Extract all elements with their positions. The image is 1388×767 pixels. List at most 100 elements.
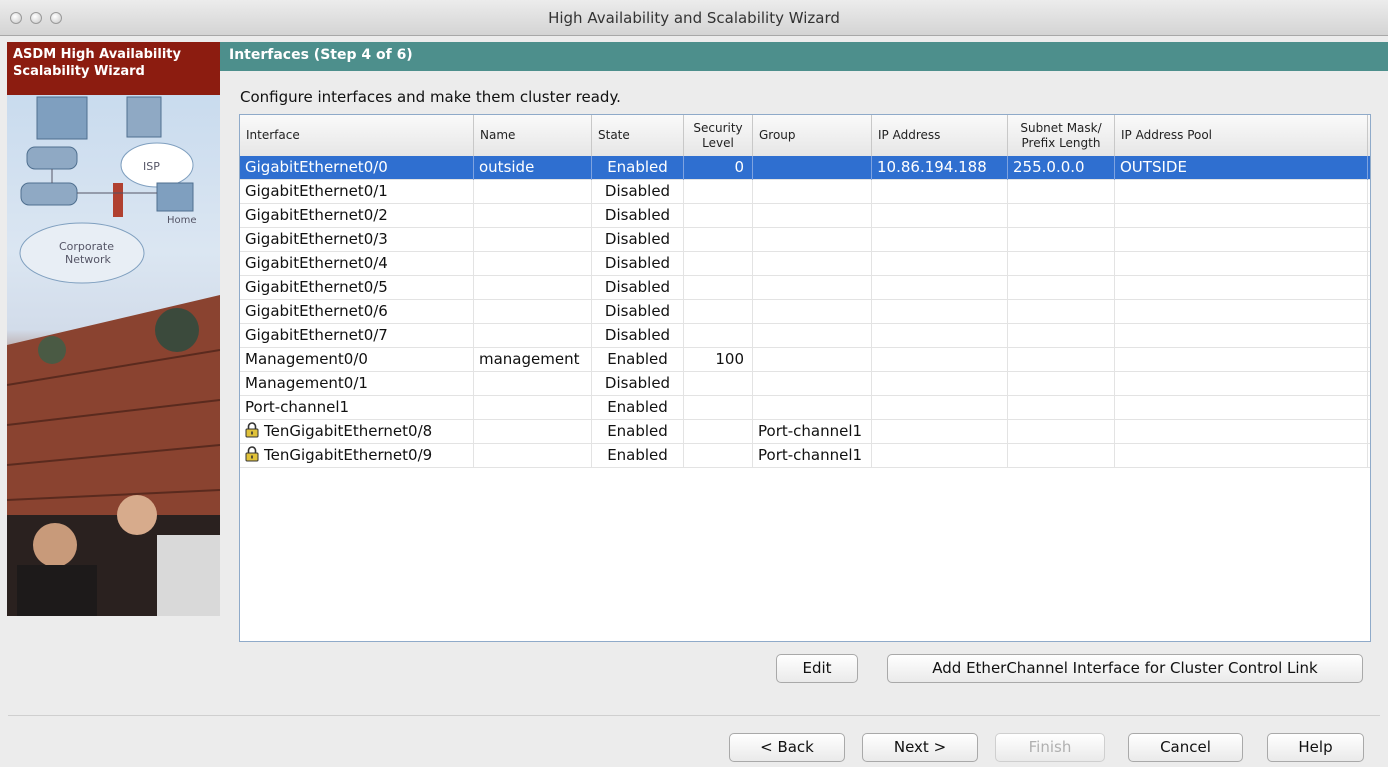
- cell-state[interactable]: Enabled: [592, 348, 684, 372]
- cell-mask[interactable]: [1008, 204, 1115, 228]
- cell-security[interactable]: [684, 204, 753, 228]
- cell-pool[interactable]: [1115, 420, 1368, 444]
- cell-pool[interactable]: [1115, 276, 1368, 300]
- cancel-button[interactable]: Cancel: [1128, 733, 1243, 762]
- next-button[interactable]: Next >: [862, 733, 978, 762]
- cell-state[interactable]: Enabled: [592, 444, 684, 468]
- cell-ip[interactable]: [872, 204, 1008, 228]
- cell-pool[interactable]: [1115, 444, 1368, 468]
- cell-interface[interactable]: Port-channel1: [240, 396, 474, 420]
- cell-ip[interactable]: [872, 420, 1008, 444]
- cell-interface[interactable]: GigabitEthernet0/0: [240, 156, 474, 180]
- cell-security[interactable]: [684, 228, 753, 252]
- cell-mask[interactable]: [1008, 420, 1115, 444]
- cell-interface[interactable]: GigabitEthernet0/3: [240, 228, 474, 252]
- cell-pool[interactable]: [1115, 324, 1368, 348]
- cell-group[interactable]: [753, 372, 872, 396]
- cell-state[interactable]: Disabled: [592, 372, 684, 396]
- col-interface[interactable]: Interface: [240, 115, 474, 156]
- cell-security[interactable]: 100: [684, 348, 753, 372]
- finish-button[interactable]: Finish: [995, 733, 1105, 762]
- col-security-level[interactable]: Security Level: [684, 115, 753, 156]
- cell-group[interactable]: [753, 228, 872, 252]
- cell-ip[interactable]: [872, 252, 1008, 276]
- table-row[interactable]: GigabitEthernet0/2 Disabled: [240, 204, 1370, 228]
- back-button[interactable]: < Back: [729, 733, 845, 762]
- cell-name[interactable]: [474, 276, 592, 300]
- table-row[interactable]: GigabitEthernet0/0 outside Enabled 0 10.86.1…: [240, 156, 1370, 180]
- cell-name[interactable]: [474, 228, 592, 252]
- cell-mask[interactable]: [1008, 180, 1115, 204]
- cell-group[interactable]: [753, 180, 872, 204]
- cell-security[interactable]: [684, 420, 753, 444]
- cell-name[interactable]: management: [474, 348, 592, 372]
- cell-group[interactable]: [753, 204, 872, 228]
- cell-interface[interactable]: GigabitEthernet0/5: [240, 276, 474, 300]
- cell-ip[interactable]: [872, 324, 1008, 348]
- cell-mask[interactable]: [1008, 276, 1115, 300]
- cell-name[interactable]: [474, 444, 592, 468]
- table-row[interactable]: GigabitEthernet0/6 Disabled: [240, 300, 1370, 324]
- cell-ip[interactable]: 10.86.194.188: [872, 156, 1008, 180]
- cell-pool[interactable]: [1115, 348, 1368, 372]
- edit-button[interactable]: Edit: [776, 654, 858, 683]
- table-row[interactable]: Port-channel1 Enabled: [240, 396, 1370, 420]
- table-row[interactable]: GigabitEthernet0/3 Disabled: [240, 228, 1370, 252]
- cell-pool[interactable]: [1115, 372, 1368, 396]
- cell-interface[interactable]: GigabitEthernet0/1: [240, 180, 474, 204]
- cell-security[interactable]: [684, 372, 753, 396]
- cell-pool[interactable]: [1115, 180, 1368, 204]
- cell-state[interactable]: Disabled: [592, 324, 684, 348]
- cell-ip[interactable]: [872, 348, 1008, 372]
- cell-name[interactable]: [474, 396, 592, 420]
- table-row[interactable]: Management0/0 management Enabled 100: [240, 348, 1370, 372]
- cell-pool[interactable]: [1115, 396, 1368, 420]
- cell-name[interactable]: [474, 372, 592, 396]
- table-row[interactable]: GigabitEthernet0/4 Disabled: [240, 252, 1370, 276]
- table-row[interactable]: TenGigabitEthernet0/8 Enabled Port-channel…: [240, 420, 1370, 444]
- cell-interface[interactable]: GigabitEthernet0/6: [240, 300, 474, 324]
- cell-ip[interactable]: [872, 228, 1008, 252]
- add-etherchannel-button[interactable]: Add EtherChannel Interface for Cluster C…: [887, 654, 1363, 683]
- cell-interface[interactable]: GigabitEthernet0/2: [240, 204, 474, 228]
- cell-name[interactable]: [474, 300, 592, 324]
- cell-state[interactable]: Enabled: [592, 396, 684, 420]
- table-row[interactable]: GigabitEthernet0/5 Disabled: [240, 276, 1370, 300]
- cell-ip[interactable]: [872, 372, 1008, 396]
- cell-name[interactable]: [474, 180, 592, 204]
- cell-ip[interactable]: [872, 300, 1008, 324]
- cell-group[interactable]: [753, 324, 872, 348]
- help-button[interactable]: Help: [1267, 733, 1364, 762]
- cell-pool[interactable]: [1115, 252, 1368, 276]
- cell-security[interactable]: [684, 276, 753, 300]
- cell-group[interactable]: [753, 276, 872, 300]
- cell-state[interactable]: Disabled: [592, 180, 684, 204]
- table-row[interactable]: GigabitEthernet0/7 Disabled: [240, 324, 1370, 348]
- col-subnet-mask[interactable]: Subnet Mask/Prefix Length: [1008, 115, 1115, 156]
- cell-security[interactable]: [684, 324, 753, 348]
- cell-interface[interactable]: GigabitEthernet0/4: [240, 252, 474, 276]
- cell-name[interactable]: [474, 324, 592, 348]
- cell-name[interactable]: [474, 420, 592, 444]
- cell-state[interactable]: Disabled: [592, 252, 684, 276]
- cell-name[interactable]: [474, 252, 592, 276]
- cell-mask[interactable]: 255.0.0.0: [1008, 156, 1115, 180]
- cell-security[interactable]: [684, 444, 753, 468]
- cell-state[interactable]: Disabled: [592, 276, 684, 300]
- col-ip-pool[interactable]: IP Address Pool: [1115, 115, 1368, 156]
- cell-security[interactable]: [684, 252, 753, 276]
- cell-mask[interactable]: [1008, 228, 1115, 252]
- cell-group[interactable]: [753, 156, 872, 180]
- cell-mask[interactable]: [1008, 300, 1115, 324]
- table-row[interactable]: Management0/1 Disabled: [240, 372, 1370, 396]
- cell-security[interactable]: [684, 180, 753, 204]
- cell-name[interactable]: [474, 204, 592, 228]
- cell-security[interactable]: 0: [684, 156, 753, 180]
- cell-interface[interactable]: TenGigabitEthernet0/9: [240, 444, 474, 468]
- cell-pool[interactable]: [1115, 300, 1368, 324]
- cell-mask[interactable]: [1008, 324, 1115, 348]
- col-name[interactable]: Name: [474, 115, 592, 156]
- cell-pool[interactable]: OUTSIDE: [1115, 156, 1368, 180]
- cell-interface[interactable]: TenGigabitEthernet0/8: [240, 420, 474, 444]
- col-ip-address[interactable]: IP Address: [872, 115, 1008, 156]
